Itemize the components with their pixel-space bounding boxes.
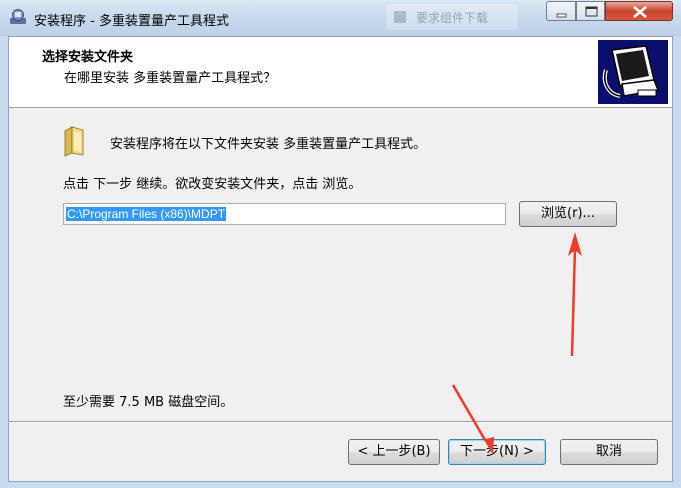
- minimize-button[interactable]: [546, 1, 576, 21]
- browse-button[interactable]: 浏览(r)...: [519, 201, 617, 227]
- installer-app-icon: [10, 9, 26, 24]
- install-instruction-text: 点击 下一步 继续。欲改变安装文件夹，点击 浏览。: [63, 177, 362, 192]
- background-window-tab: 要求组件下载: [386, 4, 518, 30]
- install-path-field[interactable]: C:\Program Files (x86)\MDPT: [63, 203, 506, 225]
- computer-install-icon: [598, 40, 668, 104]
- footer-divider: [9, 421, 672, 423]
- page-title: 选择安装文件夹: [42, 50, 134, 65]
- installer-dialog: 选择安装文件夹 在哪里安装 多重装置量产工具程式？ 安装程序将在以下文件夹安装 …: [8, 36, 673, 482]
- background-tab-icon: [394, 11, 406, 23]
- disk-space-text: 至少需要 7.5 MB 磁盘空间。: [63, 395, 234, 410]
- window-title: 安装程序 - 多重装置量产工具程式: [34, 14, 229, 29]
- next-button[interactable]: 下一步(N) >: [448, 439, 546, 465]
- back-button[interactable]: < 上一步(B): [348, 439, 440, 465]
- wizard-header: 选择安装文件夹 在哪里安装 多重装置量产工具程式？: [9, 37, 672, 108]
- cancel-button[interactable]: 取消: [560, 439, 658, 465]
- install-path-value: C:\Program Files (x86)\MDPT: [66, 207, 227, 221]
- title-bar[interactable]: 安装程序 - 多重装置量产工具程式 要求组件下载: [0, 0, 681, 36]
- close-icon: [633, 6, 647, 18]
- close-button[interactable]: [605, 1, 673, 21]
- page-subtitle: 在哪里安装 多重装置量产工具程式？: [64, 71, 277, 86]
- maximize-button[interactable]: [576, 1, 605, 21]
- install-intro-text: 安装程序将在以下文件夹安装 多重装置量产工具程式。: [110, 137, 427, 152]
- folder-icon: [64, 126, 84, 157]
- background-tab-label: 要求组件下载: [416, 11, 489, 25]
